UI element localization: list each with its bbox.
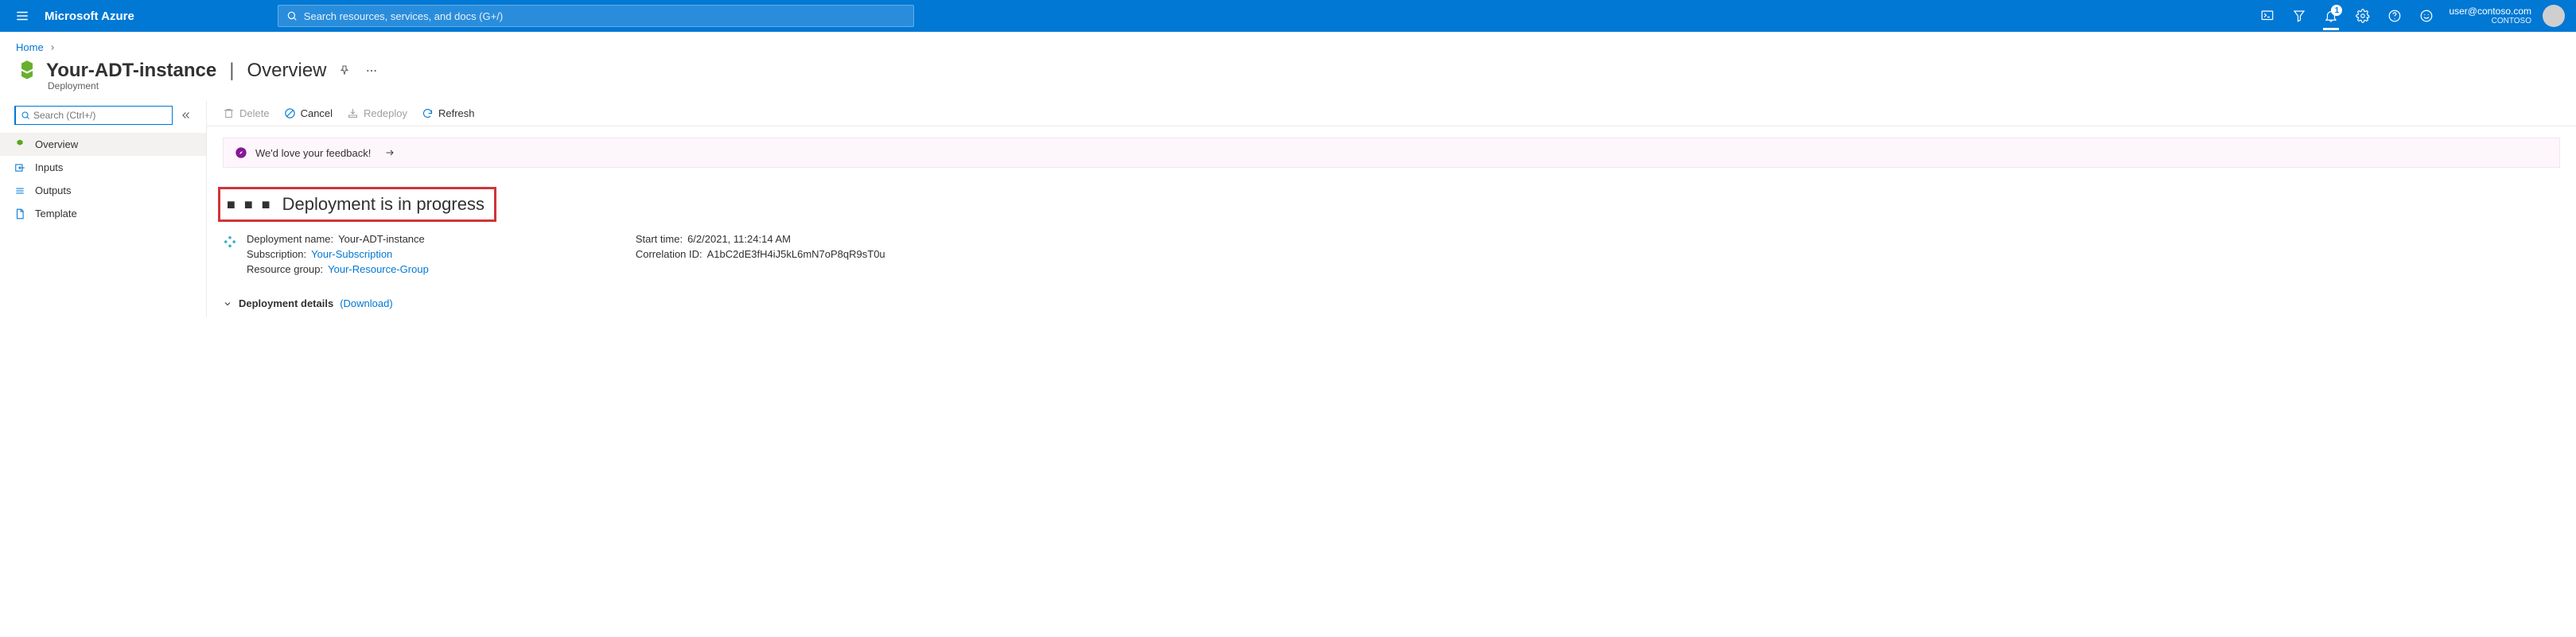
topbar: Microsoft Azure 1 user@contoso.com CONTO… <box>0 0 2576 32</box>
cancel-label: Cancel <box>301 107 333 119</box>
refresh-button[interactable]: Refresh <box>422 107 475 119</box>
search-icon <box>286 10 298 21</box>
sidebar: Overview Inputs Outputs Template <box>0 101 207 317</box>
refresh-label: Refresh <box>438 107 475 119</box>
feedback-label: We'd love your feedback! <box>255 147 371 159</box>
overview-icon <box>14 139 27 150</box>
delete-button[interactable]: Delete <box>223 107 270 119</box>
sidebar-search[interactable] <box>14 106 173 125</box>
menu-button[interactable] <box>6 0 38 32</box>
cancel-button[interactable]: Cancel <box>284 107 333 119</box>
account-directory: CONTOSO <box>2449 17 2531 26</box>
pin-button[interactable] <box>335 61 354 80</box>
breadcrumb-home[interactable]: Home <box>16 41 44 53</box>
cloud-shell-icon <box>2260 9 2274 23</box>
help-icon <box>2387 9 2402 23</box>
compass-icon <box>235 146 247 159</box>
cloud-shell-button[interactable] <box>2251 0 2283 32</box>
resource-type-label: Deployment <box>0 80 2576 101</box>
title-separator: | <box>224 60 239 82</box>
start-time-label: Start time: <box>636 233 683 245</box>
chevron-down-icon <box>223 299 232 309</box>
redeploy-button[interactable]: Redeploy <box>347 107 407 119</box>
account-email: user@contoso.com <box>2449 6 2531 17</box>
sidebar-item-label: Overview <box>35 138 78 150</box>
template-icon <box>14 208 27 219</box>
outputs-icon <box>14 185 27 196</box>
global-search[interactable] <box>278 5 914 27</box>
sidebar-item-label: Outputs <box>35 184 72 196</box>
avatar[interactable] <box>2543 5 2565 27</box>
status-text: Deployment is in progress <box>282 194 484 215</box>
cancel-icon <box>284 107 296 119</box>
sidebar-item-label: Inputs <box>35 161 63 173</box>
help-button[interactable] <box>2379 0 2411 32</box>
main-panel: Delete Cancel Redeploy Refresh <box>207 101 2576 317</box>
feedback-button[interactable] <box>2411 0 2442 32</box>
deployment-icon <box>223 235 237 275</box>
directory-filter-button[interactable] <box>2283 0 2315 32</box>
chevron-double-left-icon <box>181 110 192 121</box>
global-search-input[interactable] <box>304 10 905 22</box>
pin-icon <box>338 64 351 77</box>
notification-badge: 1 <box>2331 5 2342 16</box>
brand-label[interactable]: Microsoft Azure <box>38 10 166 23</box>
deployment-name-label: Deployment name: <box>247 233 333 245</box>
resource-name: Your-ADT-instance <box>46 60 216 82</box>
deployment-details-toggle[interactable]: Deployment details (Download) <box>207 282 2576 317</box>
resource-group-link[interactable]: Your-Resource-Group <box>328 263 429 275</box>
redeploy-label: Redeploy <box>364 107 407 119</box>
chevron-right-icon <box>49 44 56 52</box>
sidebar-item-overview[interactable]: Overview <box>0 133 206 156</box>
start-time-value: 6/2/2021, 11:24:14 AM <box>687 233 791 245</box>
trash-icon <box>223 107 235 119</box>
gear-icon <box>2356 9 2370 23</box>
resource-icon <box>16 60 38 82</box>
download-link[interactable]: (Download) <box>340 297 392 309</box>
deployment-status: ■ ■ ■ Deployment is in progress <box>218 187 496 222</box>
collapse-sidebar-button[interactable] <box>181 110 192 121</box>
correlation-id-value: A1bC2dE3fH4iJ5kL6mN7oP8qR9sT0u <box>707 248 885 260</box>
deployment-name-value: Your-ADT-instance <box>338 233 425 245</box>
smile-icon <box>2419 9 2434 23</box>
notifications-button[interactable]: 1 <box>2315 0 2347 32</box>
page-section: Overview <box>247 60 326 82</box>
sidebar-item-label: Template <box>35 208 77 219</box>
progress-icon: ■ ■ ■ <box>227 196 273 213</box>
sidebar-item-inputs[interactable]: Inputs <box>0 156 206 179</box>
deployment-details-label: Deployment details <box>239 297 333 309</box>
more-button[interactable] <box>362 61 381 80</box>
refresh-icon <box>422 107 434 119</box>
arrow-right-icon <box>383 148 396 157</box>
breadcrumb: Home <box>0 32 2576 56</box>
subscription-link[interactable]: Your-Subscription <box>311 248 392 260</box>
page-title-row: Your-ADT-instance | Overview <box>0 56 2576 84</box>
redeploy-icon <box>347 107 359 119</box>
menu-icon <box>15 9 29 23</box>
inputs-icon <box>14 162 27 173</box>
correlation-id-label: Correlation ID: <box>636 248 702 260</box>
notification-indicator <box>2323 28 2339 30</box>
subscription-label: Subscription: <box>247 248 306 260</box>
feedback-bar[interactable]: We'd love your feedback! <box>223 138 2560 168</box>
toolbar: Delete Cancel Redeploy Refresh <box>207 101 2576 126</box>
settings-button[interactable] <box>2347 0 2379 32</box>
sidebar-search-input[interactable] <box>33 110 167 121</box>
account-menu[interactable]: user@contoso.com CONTOSO <box>2442 6 2538 26</box>
search-icon <box>21 111 30 120</box>
sidebar-item-outputs[interactable]: Outputs <box>0 179 206 202</box>
resource-group-label: Resource group: <box>247 263 323 275</box>
deployment-meta: Deployment name: Your-ADT-instance Subsc… <box>207 227 2576 282</box>
sidebar-item-template[interactable]: Template <box>0 202 206 225</box>
more-icon <box>365 64 378 77</box>
filter-icon <box>2292 9 2306 23</box>
delete-label: Delete <box>239 107 270 119</box>
